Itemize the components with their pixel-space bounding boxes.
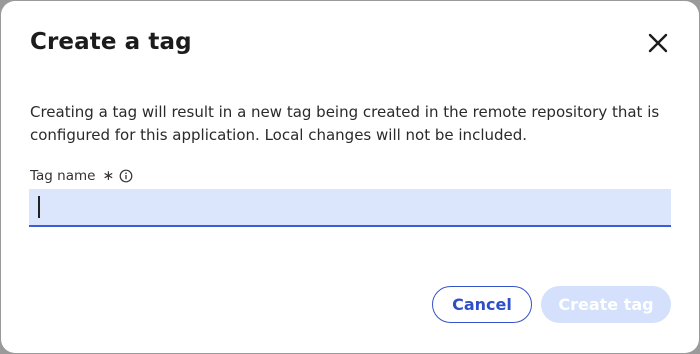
info-circle-icon[interactable] <box>119 169 133 183</box>
tag-name-input[interactable] <box>29 189 671 227</box>
dialog-description: Creating a tag will result in a new tag … <box>30 103 660 144</box>
dialog-title: Create a tag <box>30 29 192 55</box>
text-caret <box>38 196 40 218</box>
close-icon <box>648 33 668 53</box>
required-marker: ∗ <box>102 168 115 184</box>
cancel-button[interactable]: Cancel <box>432 286 532 323</box>
create-tag-button[interactable]: Create tag <box>541 286 671 323</box>
tag-name-label-row: Tag name ∗ <box>30 168 133 184</box>
tag-name-label: Tag name <box>30 168 96 184</box>
close-button[interactable] <box>644 29 672 57</box>
